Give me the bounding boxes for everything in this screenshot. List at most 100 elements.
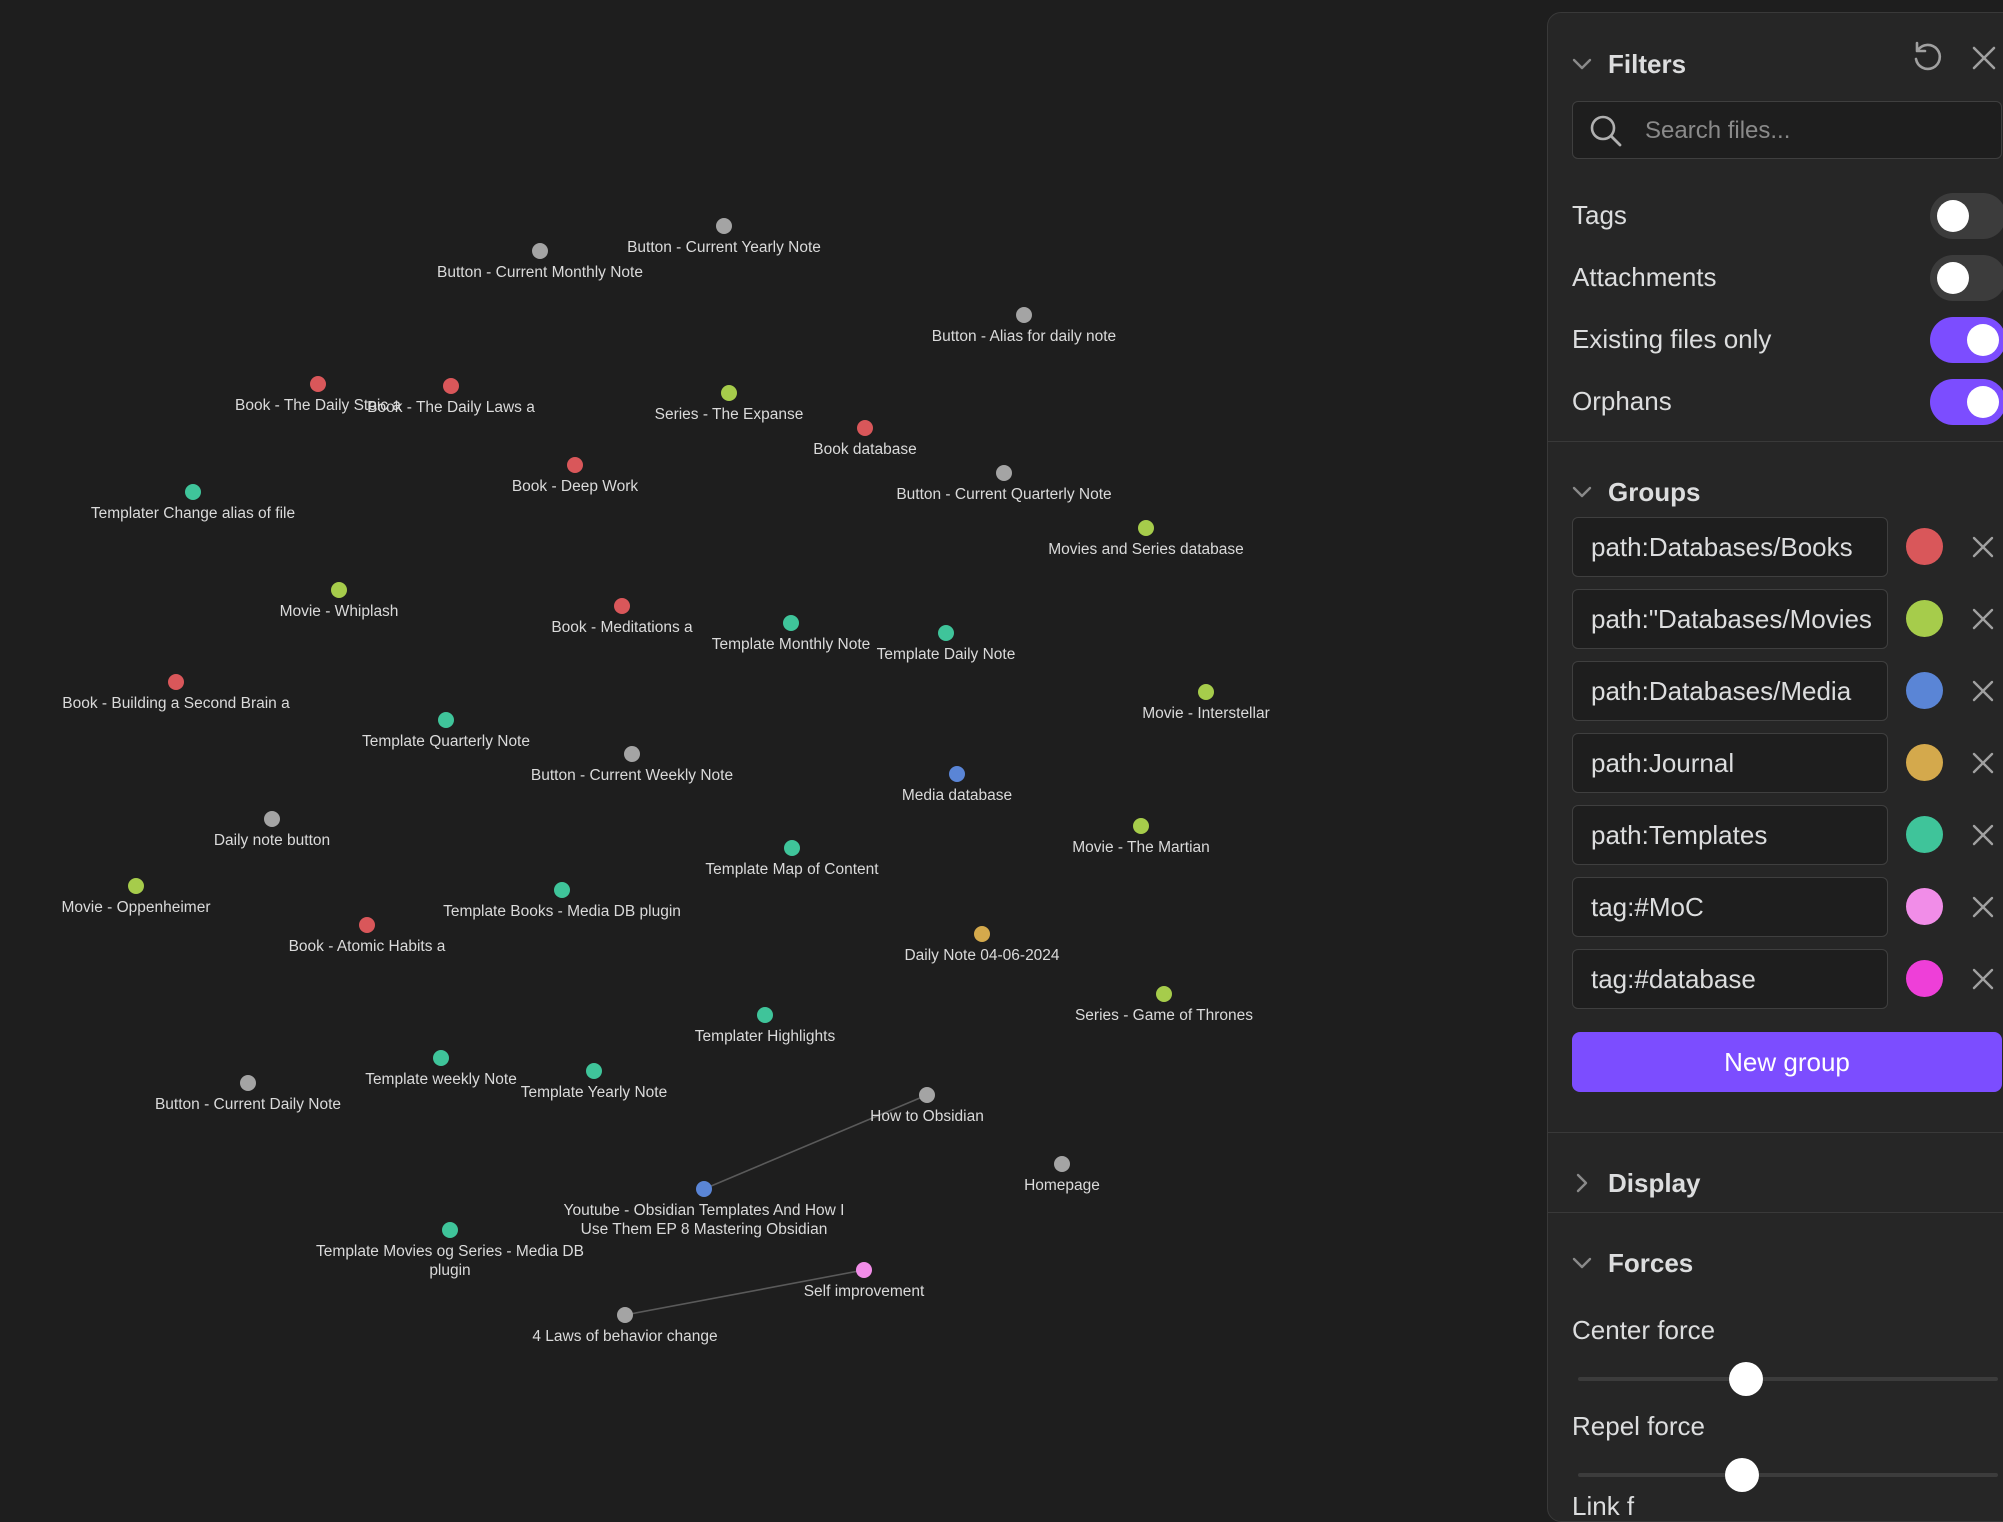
graph-node[interactable]: Book - Deep Work (512, 457, 639, 495)
filter-toggle[interactable] (1930, 255, 2003, 301)
group-query-input[interactable]: path:Databases/Media (1572, 661, 1888, 721)
remove-group-icon[interactable] (1968, 748, 1998, 778)
graph-node[interactable]: 4 Laws of behavior change (532, 1307, 718, 1345)
graph-node-dot[interactable] (938, 625, 954, 641)
filter-toggle[interactable] (1930, 193, 2003, 239)
graph-node-dot[interactable] (331, 582, 347, 598)
graph-node[interactable]: Movie - Oppenheimer (61, 878, 211, 916)
group-color-swatch[interactable] (1906, 600, 1943, 637)
graph-node[interactable]: Book - Meditations a (551, 598, 693, 636)
graph-node[interactable]: How to Obsidian (870, 1087, 984, 1125)
graph-node-dot[interactable] (974, 926, 990, 942)
graph-node-dot[interactable] (856, 1262, 872, 1278)
graph-node[interactable]: Template Daily Note (877, 625, 1016, 663)
group-color-swatch[interactable] (1906, 672, 1943, 709)
graph-node[interactable]: Template Movies og Series - Media DB plug… (316, 1222, 584, 1279)
graph-node[interactable]: Daily Note 04-06-2024 (904, 926, 1060, 964)
group-color-swatch[interactable] (1906, 960, 1943, 997)
filters-header[interactable]: Filters (1570, 42, 1686, 86)
graph-node-dot[interactable] (757, 1007, 773, 1023)
graph-node[interactable]: Button - Alias for daily note (932, 307, 1116, 345)
filter-toggle[interactable] (1930, 317, 2003, 363)
group-query-input[interactable]: path:Templates (1572, 805, 1888, 865)
graph-node-dot[interactable] (554, 882, 570, 898)
graph-node[interactable]: Book - Building a Second Brain a (62, 674, 290, 712)
graph-node-dot[interactable] (567, 457, 583, 473)
graph-node[interactable]: Self improvement (804, 1262, 925, 1300)
graph-node[interactable]: Book database (813, 420, 917, 458)
graph-node[interactable]: Series - The Expanse (655, 385, 804, 423)
graph-node-dot[interactable] (264, 811, 280, 827)
graph-node-dot[interactable] (716, 218, 732, 234)
graph-node[interactable]: Template Map of Content (705, 840, 879, 878)
graph-node[interactable]: Template Books - Media DB plugin (443, 882, 681, 920)
graph-node[interactable]: Media database (902, 766, 1012, 804)
graph-node-dot[interactable] (1198, 684, 1214, 700)
group-query-input[interactable]: path:Journal (1572, 733, 1888, 793)
graph-node[interactable]: Button - Current Weekly Note (531, 746, 733, 784)
graph-node-dot[interactable] (783, 615, 799, 631)
graph-node-dot[interactable] (949, 766, 965, 782)
graph-node-dot[interactable] (857, 420, 873, 436)
graph-node-dot[interactable] (532, 243, 548, 259)
graph-node[interactable]: Button - Current Daily Note (155, 1075, 341, 1113)
graph-node-dot[interactable] (721, 385, 737, 401)
search-files-input[interactable] (1643, 110, 1987, 152)
remove-group-icon[interactable] (1968, 604, 1998, 634)
graph-node-dot[interactable] (128, 878, 144, 894)
graph-node[interactable]: Templater Change alias of file (91, 484, 295, 522)
groups-header[interactable]: Groups (1570, 470, 1700, 514)
graph-node[interactable]: Template Quarterly Note (362, 712, 530, 750)
graph-node[interactable]: Button - Current Quarterly Note (896, 465, 1112, 503)
remove-group-icon[interactable] (1968, 676, 1998, 706)
new-group-button[interactable]: New group (1572, 1032, 2002, 1092)
force-slider-track[interactable] (1578, 1473, 1998, 1477)
graph-node-dot[interactable] (442, 1222, 458, 1238)
graph-node-dot[interactable] (240, 1075, 256, 1091)
display-header[interactable]: Display (1570, 1161, 1701, 1205)
graph-node-dot[interactable] (696, 1181, 712, 1197)
filter-toggle[interactable] (1930, 379, 2003, 425)
graph-node[interactable]: Movie - The Martian (1072, 818, 1210, 856)
remove-group-icon[interactable] (1968, 892, 1998, 922)
graph-node[interactable]: Daily note button (214, 811, 330, 849)
graph-node-dot[interactable] (185, 484, 201, 500)
graph-canvas[interactable]: Button - Current Yearly Note Button - Cur… (0, 0, 1548, 1505)
graph-node[interactable]: Template weekly Note (365, 1050, 517, 1088)
graph-node-dot[interactable] (433, 1050, 449, 1066)
graph-node-dot[interactable] (359, 917, 375, 933)
search-files-field[interactable] (1572, 101, 2002, 159)
force-slider-thumb[interactable] (1724, 1458, 1759, 1492)
graph-node[interactable]: Button - Current Yearly Note (627, 218, 821, 256)
graph-node-dot[interactable] (614, 598, 630, 614)
graph-node[interactable]: Movie - Interstellar (1142, 684, 1270, 722)
graph-node-dot[interactable] (310, 376, 326, 392)
group-color-swatch[interactable] (1906, 816, 1943, 853)
group-query-input[interactable]: path:Databases/Books (1572, 517, 1888, 577)
graph-node[interactable]: Templater Highlights (695, 1007, 836, 1045)
group-color-swatch[interactable] (1906, 528, 1943, 565)
graph-node-dot[interactable] (1016, 307, 1032, 323)
group-color-swatch[interactable] (1906, 888, 1943, 925)
graph-node-dot[interactable] (438, 712, 454, 728)
graph-node[interactable]: Button - Current Monthly Note (437, 243, 643, 281)
graph-node-dot[interactable] (443, 378, 459, 394)
graph-node-dot[interactable] (168, 674, 184, 690)
graph-node-dot[interactable] (1156, 986, 1172, 1002)
graph-node[interactable]: Template Monthly Note (712, 615, 871, 653)
graph-node[interactable]: Book - Atomic Habits a (289, 917, 446, 955)
group-query-input[interactable]: path:"Databases/Movies (1572, 589, 1888, 649)
graph-node-dot[interactable] (617, 1307, 633, 1323)
graph-node-dot[interactable] (586, 1063, 602, 1079)
force-slider-thumb[interactable] (1729, 1362, 1763, 1396)
graph-node-dot[interactable] (996, 465, 1012, 481)
graph-node[interactable]: Series - Game of Thrones (1075, 986, 1253, 1024)
force-slider-track[interactable] (1578, 1377, 1998, 1381)
graph-node-dot[interactable] (784, 840, 800, 856)
group-color-swatch[interactable] (1906, 744, 1943, 781)
close-icon[interactable] (1966, 40, 2002, 76)
graph-node-dot[interactable] (1138, 520, 1154, 536)
graph-node[interactable]: Homepage (1024, 1156, 1100, 1194)
remove-group-icon[interactable] (1968, 532, 1998, 562)
graph-node[interactable]: Template Yearly Note (521, 1063, 667, 1101)
